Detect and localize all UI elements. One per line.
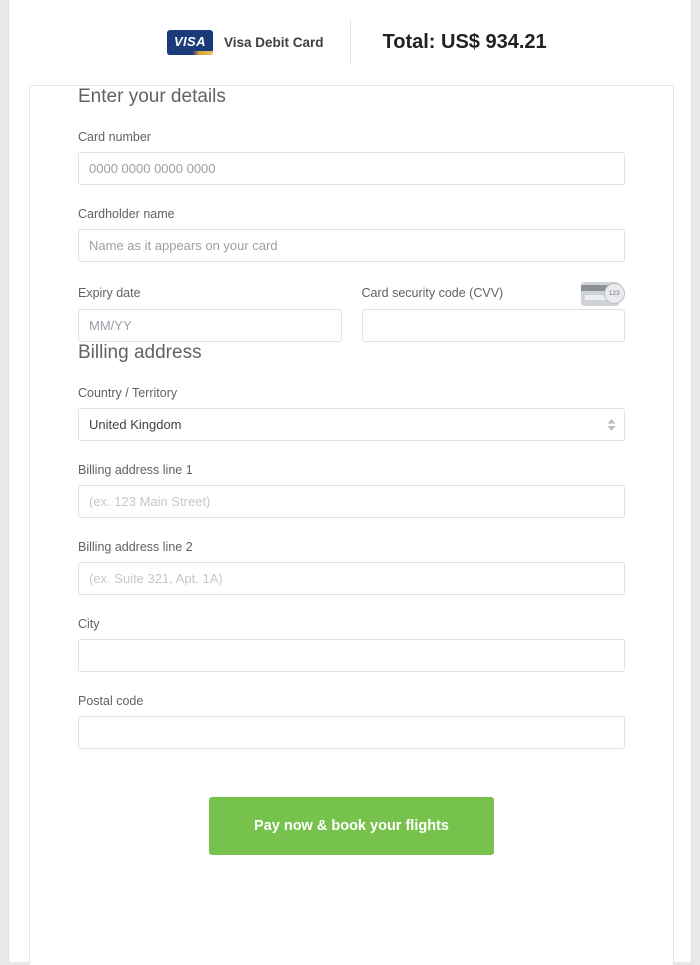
visa-logo-text: VISA bbox=[173, 34, 206, 49]
card-brand-label: Visa Debit Card bbox=[223, 34, 324, 50]
order-total-block: Total: US$ 934.21 bbox=[351, 31, 611, 54]
payment-header: VISA Visa Debit Card Total: US$ 934.21 bbox=[9, 0, 691, 84]
address-line-2-label: Billing address line 2 bbox=[78, 540, 193, 554]
cvv-input[interactable] bbox=[361, 309, 625, 342]
address-line-2-field-group: Billing address line 2 bbox=[78, 540, 625, 595]
checkout-page: VISA Visa Debit Card Total: US$ 934.21 E… bbox=[8, 0, 692, 965]
city-input[interactable] bbox=[78, 639, 625, 672]
expiry-date-field-group: Expiry date bbox=[78, 284, 342, 342]
country-label: Country / Territory bbox=[78, 386, 178, 400]
country-field-group: Country / Territory United Kingdom bbox=[78, 386, 625, 441]
postal-code-field-group: Postal code bbox=[78, 694, 625, 749]
pay-now-button[interactable]: Pay now & book your flights bbox=[209, 797, 494, 855]
country-select[interactable]: United Kingdom bbox=[78, 408, 625, 441]
address-line-1-label: Billing address line 1 bbox=[78, 463, 193, 477]
city-label: City bbox=[78, 617, 100, 631]
card-number-label: Card number bbox=[78, 130, 151, 144]
postal-code-input[interactable] bbox=[78, 716, 625, 749]
credit-card-back-cvv-icon: 123 bbox=[581, 279, 625, 306]
address-line-1-field-group: Billing address line 1 bbox=[78, 463, 625, 518]
cvv-label: Card security code (CVV) bbox=[361, 285, 504, 300]
cvv-field-group: Card security code (CVV) 123 bbox=[361, 282, 625, 342]
expiry-cvv-row: Expiry date Card security code (CVV) 123 bbox=[78, 282, 625, 342]
postal-code-label: Postal code bbox=[78, 694, 144, 708]
city-field-group: City bbox=[78, 617, 625, 672]
expiry-date-label: Expiry date bbox=[78, 285, 141, 300]
payment-form-card: Enter your details Card number Cardholde… bbox=[29, 85, 674, 965]
enter-details-heading: Enter your details bbox=[78, 86, 226, 107]
country-selected-value: United Kingdom bbox=[89, 417, 182, 432]
expiry-date-input[interactable] bbox=[78, 309, 342, 342]
card-number-field-group: Card number bbox=[78, 130, 625, 185]
card-brand-block: VISA Visa Debit Card bbox=[90, 29, 350, 55]
cardholder-name-label: Cardholder name bbox=[78, 207, 175, 221]
address-line-2-input[interactable] bbox=[78, 562, 625, 595]
address-line-1-input[interactable] bbox=[78, 485, 625, 518]
card-number-input[interactable] bbox=[78, 152, 625, 185]
submit-row: Pay now & book your flights bbox=[78, 749, 625, 865]
visa-logo-icon: VISA bbox=[166, 29, 213, 55]
billing-address-heading: Billing address bbox=[78, 342, 202, 363]
cvv-icon-digits: 123 bbox=[604, 283, 625, 304]
cardholder-name-field-group: Cardholder name bbox=[78, 207, 625, 262]
cardholder-name-input[interactable] bbox=[78, 229, 625, 262]
order-total-amount: Total: US$ 934.21 bbox=[382, 30, 547, 53]
select-spinner-icon bbox=[607, 418, 616, 431]
